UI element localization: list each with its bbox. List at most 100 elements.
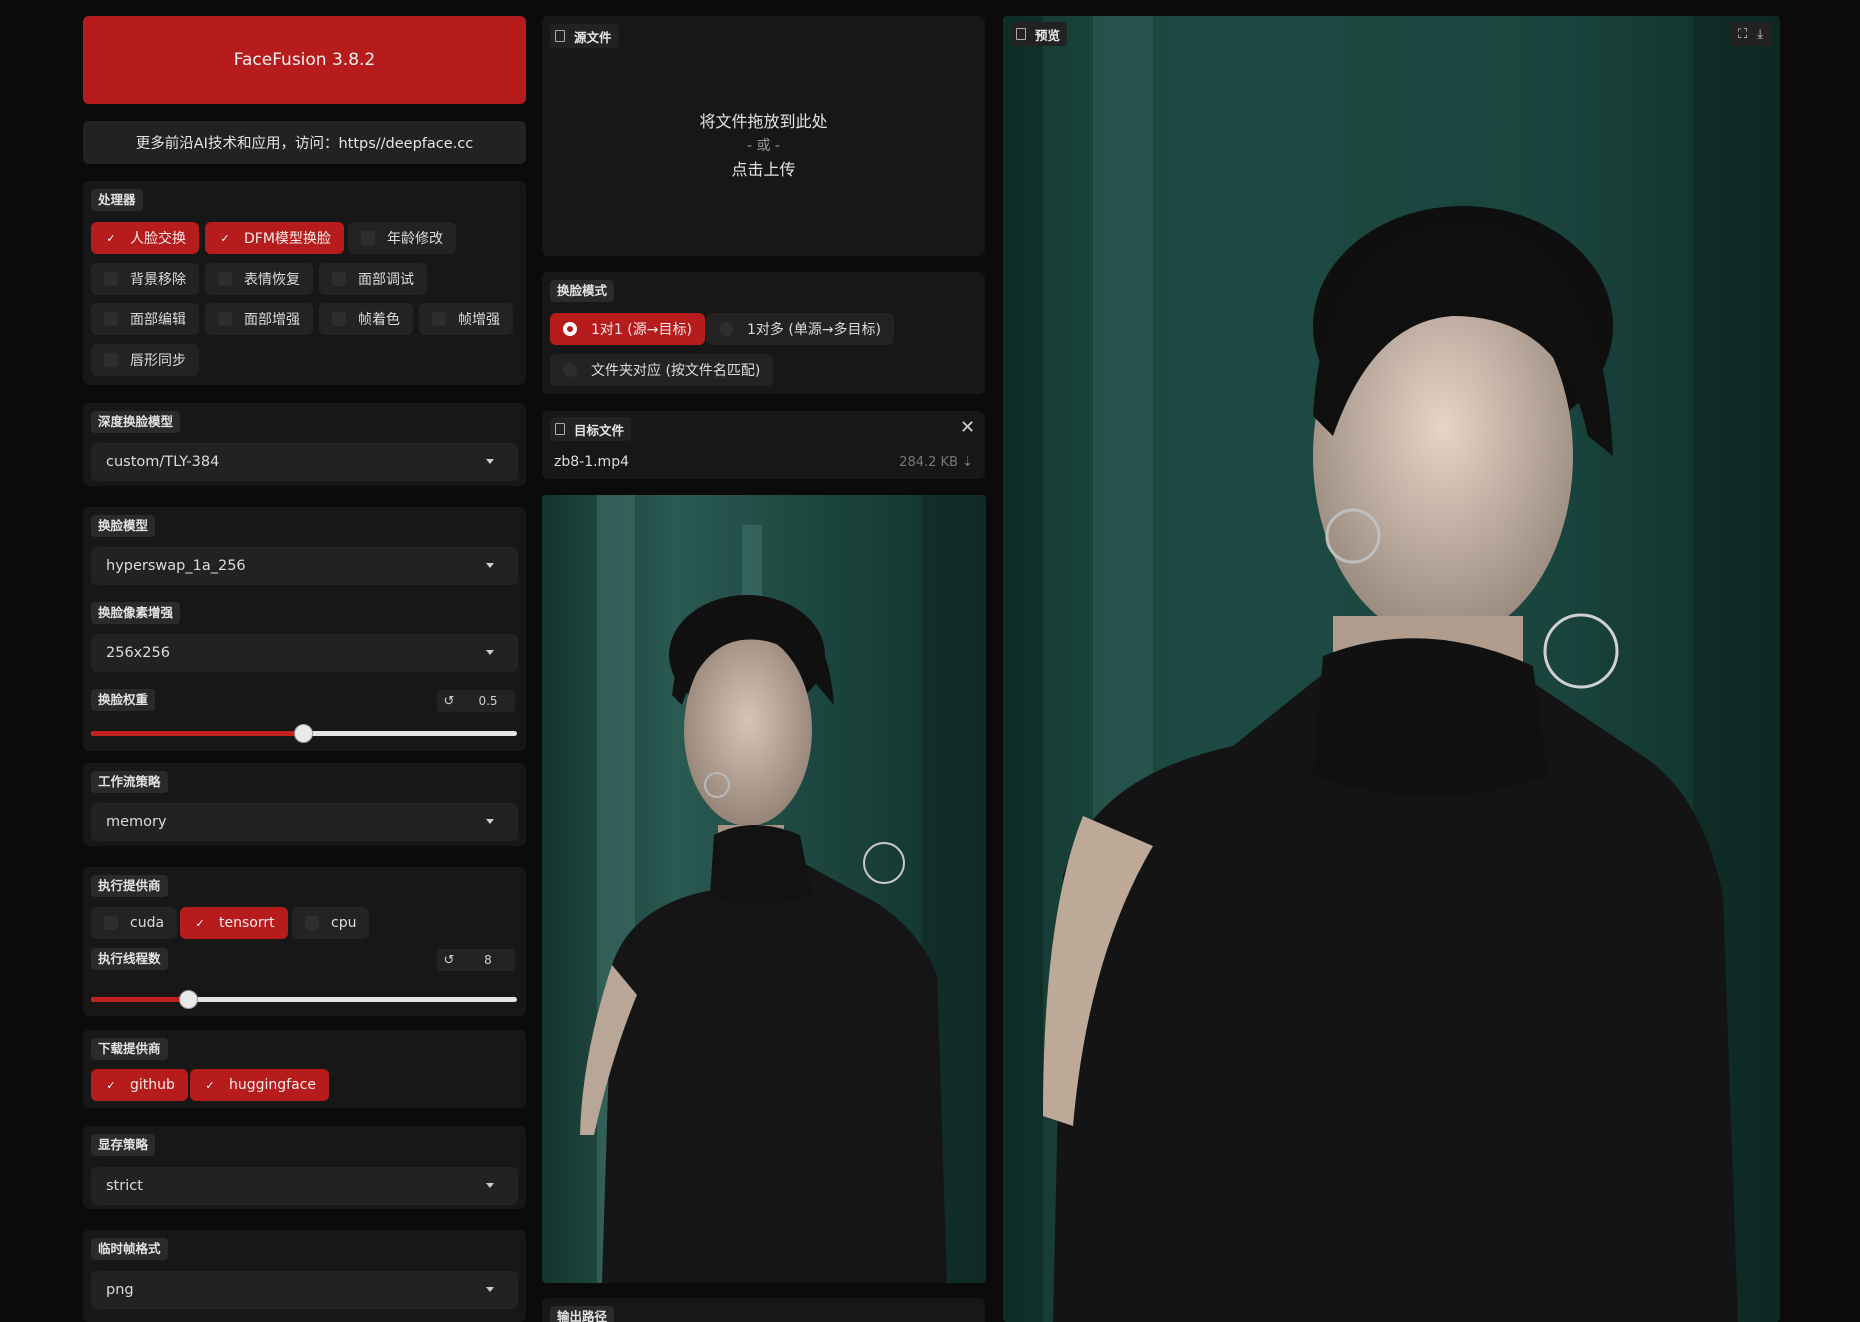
processor-frame-enhancer[interactable]: 帧增强	[419, 303, 513, 335]
download-icon[interactable]: ⤓	[1752, 27, 1768, 42]
target-scene-image	[542, 495, 986, 1283]
deep-swapper-label: 深度换脸模型	[91, 411, 181, 433]
execution-threads-label: 执行线程数	[91, 948, 168, 970]
swap-mode-option-label: 1对1 (源→目标)	[591, 322, 692, 338]
workflow-label: 工作流策略	[91, 771, 168, 793]
pixel-boost-dropdown[interactable]: 256x256	[91, 634, 518, 672]
face-swapper-weight-number[interactable]: ↺ 0.5	[437, 690, 515, 712]
radio-icon	[719, 322, 733, 336]
processor-lip-syncer[interactable]: 唇形同步	[91, 344, 199, 376]
info-link-button[interactable]: 更多前沿AI技术和应用，访问：https//deepface.cc	[83, 121, 526, 164]
face-swapper-model-dropdown[interactable]: hyperswap_1a_256	[91, 547, 518, 585]
processors-panel: 处理器 ✓ 人脸交换 ✓ DFM模型换脸 年龄修改 背景移除 表情恢复 面部调试 面…	[83, 181, 526, 385]
processor-face-swapper[interactable]: ✓ 人脸交换	[91, 222, 199, 254]
provider-label: huggingface	[229, 1077, 316, 1093]
preview-image	[1003, 16, 1780, 1322]
processor-label: 面部调试	[358, 272, 414, 288]
slider-handle[interactable]	[294, 724, 313, 743]
output-path-panel: 输出路径	[542, 1298, 985, 1322]
check-icon: ✓	[205, 1078, 215, 1092]
swap-mode-panel: 换脸模式 1对1 (源→目标) 1对多 (单源→多目标) 文件夹对应 (按文件名…	[542, 272, 985, 394]
checkbox-icon	[361, 231, 375, 245]
processor-frame-colorizer[interactable]: 帧着色	[319, 303, 413, 335]
swap-mode-one-to-many[interactable]: 1对多 (单源→多目标)	[706, 313, 895, 345]
target-file-panel: 目标文件 ✕ zb8-1.mp4 284.2 KB ⇣	[542, 411, 985, 479]
provider-tensorrt[interactable]: ✓ tensorrt	[180, 907, 288, 939]
file-icon	[555, 30, 565, 42]
swap-mode-folder-match[interactable]: 文件夹对应 (按文件名匹配)	[550, 354, 774, 386]
checkbox-icon	[332, 272, 346, 286]
processor-label: 帧着色	[358, 312, 400, 328]
execution-panel: 执行提供商 cuda ✓ tensorrt cpu 执行线程数 ↺ 8	[83, 867, 526, 1016]
download-panel: 下载提供商 ✓ github ✓ huggingface	[83, 1030, 526, 1108]
processor-expression-restorer[interactable]: 表情恢复	[205, 263, 313, 295]
chevron-down-icon	[486, 819, 494, 824]
drop-text: 将文件拖放到此处	[699, 112, 828, 131]
provider-label: tensorrt	[219, 915, 275, 931]
swap-mode-one-to-one[interactable]: 1对1 (源→目标)	[550, 313, 705, 345]
processor-face-editor[interactable]: 面部编辑	[91, 303, 199, 335]
processors-label: 处理器	[91, 189, 143, 211]
source-file-upload[interactable]: 源文件 将文件拖放到此处 - 或 - 点击上传	[542, 16, 985, 256]
processor-background-remover[interactable]: 背景移除	[91, 263, 199, 295]
target-file-name[interactable]: zb8-1.mp4	[554, 454, 629, 470]
processor-dfm-swapper[interactable]: ✓ DFM模型换脸	[205, 222, 344, 254]
slider-fill	[91, 731, 304, 736]
dropdown-value: custom/TLY-384	[106, 454, 220, 470]
checkbox-icon	[218, 272, 232, 286]
provider-label: cpu	[331, 915, 357, 931]
processor-label: 唇形同步	[130, 353, 186, 369]
temp-frame-format-dropdown[interactable]: png	[91, 1271, 518, 1309]
checkbox-icon	[104, 916, 118, 930]
processor-label: 面部增强	[244, 312, 300, 328]
check-icon: ✓	[195, 916, 205, 930]
execution-threads-number[interactable]: ↺ 8	[437, 949, 515, 971]
face-swapper-weight-label: 换脸权重	[91, 689, 156, 711]
source-file-label: 源文件	[574, 29, 612, 45]
file-icon	[555, 423, 565, 435]
chevron-down-icon	[486, 1287, 494, 1292]
fullscreen-icon[interactable]: ⛶	[1733, 27, 1752, 42]
check-icon: ✓	[106, 1078, 116, 1092]
target-video-preview[interactable]	[542, 495, 986, 1283]
app-title-button[interactable]: FaceFusion 3.8.2	[83, 16, 526, 104]
download-provider-huggingface[interactable]: ✓ huggingface	[190, 1069, 329, 1101]
close-icon[interactable]: ✕	[960, 417, 975, 438]
provider-cuda[interactable]: cuda	[91, 907, 178, 939]
processor-label: 面部编辑	[130, 312, 186, 328]
workflow-dropdown[interactable]: memory	[91, 803, 518, 841]
slider-handle[interactable]	[178, 990, 198, 1009]
processor-label: 背景移除	[130, 272, 186, 288]
dropdown-value: 256x256	[106, 645, 170, 661]
target-file-size[interactable]: 284.2 KB ⇣	[899, 455, 973, 470]
source-file-tag: 源文件	[550, 24, 619, 48]
dropdown-value: hyperswap_1a_256	[106, 558, 246, 574]
execution-threads-slider[interactable]	[91, 990, 517, 1009]
processor-label: 帧增强	[458, 312, 500, 328]
face-swapper-weight-slider[interactable]	[91, 724, 517, 743]
processor-age-modifier[interactable]: 年龄修改	[348, 222, 456, 254]
checkbox-icon	[305, 916, 319, 930]
checkbox-icon	[218, 312, 232, 326]
memory-strategy-dropdown[interactable]: strict	[91, 1167, 518, 1205]
checkbox-icon	[104, 272, 118, 286]
reset-icon[interactable]: ↺	[437, 694, 461, 709]
weight-value: 0.5	[478, 694, 498, 708]
deep-swapper-model-dropdown[interactable]: custom/TLY-384	[91, 443, 518, 481]
dropdown-value: memory	[106, 814, 167, 830]
or-text: - 或 -	[746, 138, 780, 154]
processor-face-enhancer[interactable]: 面部增强	[205, 303, 313, 335]
temp-frame-format-label: 临时帧格式	[91, 1238, 168, 1260]
face-swapper-model-label: 换脸模型	[91, 515, 156, 537]
reset-icon[interactable]: ↺	[437, 953, 461, 968]
checkbox-icon	[432, 312, 446, 326]
checkbox-icon	[104, 312, 118, 326]
processor-face-debugger[interactable]: 面部调试	[319, 263, 427, 295]
download-provider-github[interactable]: ✓ github	[91, 1069, 188, 1101]
face-swapper-panel: 换脸模型 换脸像素增强 换脸权重 ↺ 0.5	[83, 507, 526, 751]
preview-label: 预览	[1035, 27, 1061, 43]
provider-cpu[interactable]: cpu	[292, 907, 370, 939]
swap-mode-option-label: 1对多 (单源→多目标)	[747, 322, 882, 338]
processor-label: DFM模型换脸	[244, 231, 331, 247]
target-file-label: 目标文件	[574, 422, 625, 438]
